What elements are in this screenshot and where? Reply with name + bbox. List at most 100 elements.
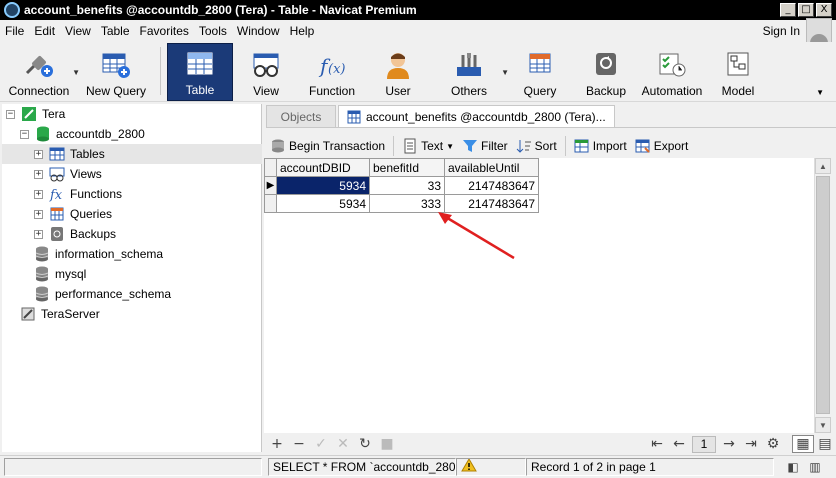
- stop-icon[interactable]: ■: [376, 435, 398, 453]
- sign-in-link[interactable]: Sign In: [763, 24, 800, 38]
- import-button[interactable]: Import: [570, 135, 631, 157]
- connection-plug-icon: [23, 51, 55, 79]
- tab-objects[interactable]: Objects: [266, 105, 336, 127]
- current-row-indicator-icon[interactable]: ▶: [264, 176, 277, 195]
- begin-transaction-button[interactable]: Begin Transaction: [266, 135, 389, 157]
- sort-button[interactable]: Sort: [512, 135, 561, 157]
- settings-gear-icon[interactable]: ⚙: [762, 435, 784, 453]
- previous-page-icon[interactable]: ←: [668, 435, 690, 453]
- maximize-button[interactable]: □: [798, 3, 814, 17]
- query-button[interactable]: Query: [507, 43, 573, 101]
- function-label: Function: [308, 84, 356, 98]
- table-cell[interactable]: 5934: [276, 176, 370, 195]
- tree-node-accountdb[interactable]: − accountdb_2800: [2, 124, 262, 144]
- automation-icon: [656, 51, 688, 79]
- row-header[interactable]: [264, 194, 277, 213]
- automation-button[interactable]: Automation: [639, 43, 705, 101]
- scroll-down-arrow-icon[interactable]: ▼: [815, 417, 831, 433]
- add-record-plus-icon[interactable]: +: [266, 435, 288, 453]
- tree-node-views[interactable]: + Views: [2, 164, 262, 184]
- menu-edit[interactable]: Edit: [29, 24, 60, 38]
- tree-node-mysql[interactable]: mysql: [2, 264, 262, 284]
- tree-node-label: Tables: [70, 147, 105, 161]
- main-toolbar: Connection ▼ New Query Table View f (x) F…: [0, 42, 836, 102]
- expand-icon[interactable]: +: [34, 209, 43, 219]
- others-button[interactable]: Others ▼: [431, 43, 509, 101]
- page-number-field[interactable]: 1: [692, 435, 716, 453]
- database-grey-icon: [34, 246, 50, 262]
- tab-account-benefits[interactable]: account_benefits @accountdb_2800 (Tera).…: [338, 105, 615, 127]
- menu-tools[interactable]: Tools: [194, 24, 232, 38]
- vertical-scrollbar[interactable]: ▲ ▼: [814, 158, 831, 433]
- table-row[interactable]: 5934 333 2147483647: [264, 194, 539, 213]
- table-cell[interactable]: 33: [369, 176, 445, 195]
- menu-help[interactable]: Help: [285, 24, 320, 38]
- panel-toggle-icon[interactable]: ◧: [782, 458, 804, 476]
- info-panel-toggle-icon[interactable]: ▥: [804, 458, 826, 476]
- new-query-button[interactable]: New Query: [78, 43, 154, 101]
- function-fx-icon: f (x): [316, 51, 348, 79]
- tree-node-queries[interactable]: + Queries: [2, 204, 262, 224]
- warning-icon[interactable]: [461, 459, 477, 475]
- tree-node-functions[interactable]: + fx Functions: [2, 184, 262, 204]
- menu-favorites[interactable]: Favorites: [135, 24, 194, 38]
- table-button[interactable]: Table: [167, 43, 233, 101]
- scroll-up-arrow-icon[interactable]: ▲: [815, 158, 831, 174]
- menu-window[interactable]: Window: [232, 24, 285, 38]
- tree-node-backups[interactable]: + Backups: [2, 224, 262, 244]
- column-header-accountdbid[interactable]: accountDBID: [276, 158, 370, 177]
- expand-icon[interactable]: +: [34, 189, 43, 199]
- tree-node-label: Backups: [70, 227, 117, 241]
- minimize-button[interactable]: _: [780, 3, 796, 17]
- table-row[interactable]: ▶ 5934 33 2147483647: [264, 176, 539, 195]
- tree-node-label: Functions: [70, 187, 123, 201]
- export-button[interactable]: Export: [631, 135, 693, 157]
- text-button[interactable]: Text ▼: [398, 135, 458, 157]
- table-cell[interactable]: 2147483647: [444, 194, 539, 213]
- model-button[interactable]: Model: [705, 43, 771, 101]
- discard-x-icon[interactable]: ✕: [332, 435, 354, 453]
- tree-node-tera[interactable]: − Tera: [2, 104, 262, 124]
- refresh-icon[interactable]: ↻: [354, 435, 376, 453]
- begin-transaction-label: Begin Transaction: [289, 139, 386, 153]
- user-avatar-icon[interactable]: [806, 18, 832, 44]
- expand-icon[interactable]: +: [34, 229, 43, 239]
- expand-icon[interactable]: +: [34, 169, 43, 179]
- backup-button[interactable]: Backup: [573, 43, 639, 101]
- scrollbar-thumb[interactable]: [816, 176, 830, 414]
- data-grid: accountDBID benefitId availableUntil ▶ 5…: [264, 158, 814, 433]
- view-button[interactable]: View: [233, 43, 299, 101]
- menu-file[interactable]: File: [0, 24, 29, 38]
- column-header-availableuntil[interactable]: availableUntil: [444, 158, 539, 177]
- user-button[interactable]: User: [365, 43, 431, 101]
- connection-button[interactable]: Connection ▼: [0, 43, 80, 101]
- sort-icon: [516, 138, 532, 154]
- column-header-benefitid[interactable]: benefitId: [369, 158, 445, 177]
- collapse-icon[interactable]: −: [20, 129, 29, 139]
- table-cell[interactable]: 333: [369, 194, 445, 213]
- form-view-icon[interactable]: ▤: [814, 435, 836, 453]
- grid-view-icon[interactable]: ▦: [792, 435, 814, 453]
- expand-icon[interactable]: +: [34, 149, 43, 159]
- last-page-icon[interactable]: ⇥: [740, 435, 762, 453]
- filter-button[interactable]: Filter: [458, 135, 512, 157]
- collapse-icon[interactable]: −: [6, 109, 15, 119]
- menu-view[interactable]: View: [60, 24, 96, 38]
- transaction-icon: [270, 138, 286, 154]
- toolbar-overflow-chevron-icon[interactable]: ▼: [816, 88, 824, 97]
- chevron-down-icon[interactable]: ▼: [446, 142, 454, 151]
- table-cell[interactable]: 5934: [276, 194, 370, 213]
- tree-node-information-schema[interactable]: information_schema: [2, 244, 262, 264]
- tree-node-label: mysql: [55, 267, 87, 281]
- tree-node-tables[interactable]: + Tables: [2, 144, 262, 164]
- function-button[interactable]: f (x) Function: [299, 43, 365, 101]
- tree-node-performance-schema[interactable]: performance_schema: [2, 284, 262, 304]
- delete-record-minus-icon[interactable]: −: [288, 435, 310, 453]
- apply-check-icon[interactable]: ✓: [310, 435, 332, 453]
- close-button[interactable]: X: [816, 3, 832, 17]
- tree-node-teraserver[interactable]: TeraServer: [2, 304, 262, 324]
- first-page-icon[interactable]: ⇤: [646, 435, 668, 453]
- menu-table[interactable]: Table: [96, 24, 135, 38]
- table-cell[interactable]: 2147483647: [444, 176, 539, 195]
- next-page-icon[interactable]: →: [718, 435, 740, 453]
